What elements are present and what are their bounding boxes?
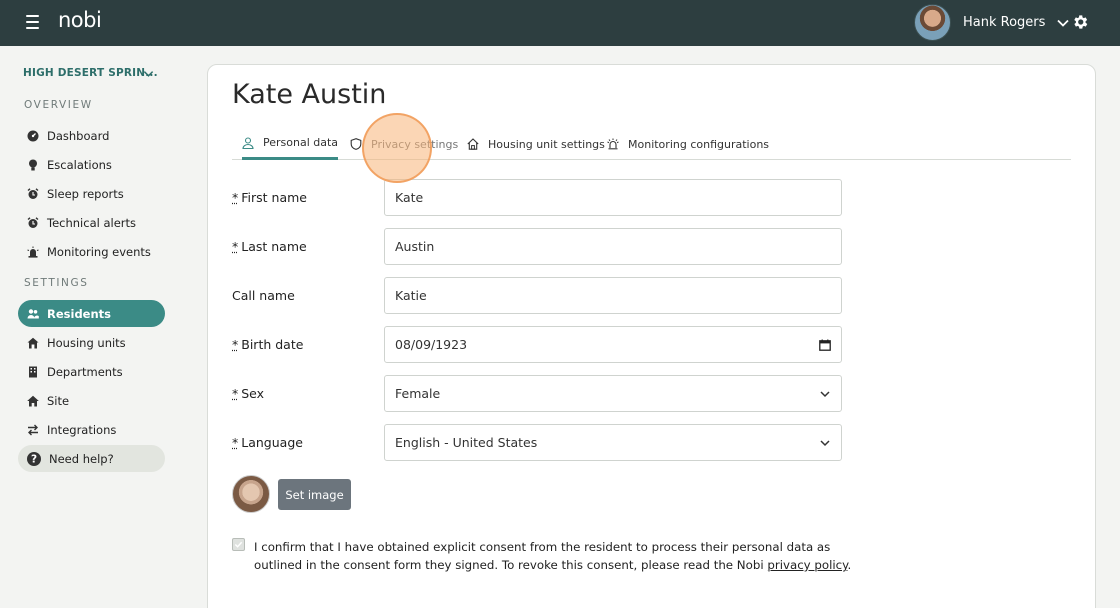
chevron-down-icon [820, 391, 830, 398]
sidebar-item-label: Sleep reports [47, 186, 124, 201]
building-icon [29, 366, 37, 377]
sidebar-item-label: Housing units [47, 335, 126, 350]
call-name-value: Katie [395, 288, 427, 303]
consent-text: I confirm that I have obtained explicit … [254, 540, 852, 572]
language-label: * Language [232, 435, 303, 450]
svg-text:?: ? [31, 453, 37, 465]
top-bar: nobi Hank Rogers [0, 0, 1120, 46]
sidebar-item-dashboard[interactable]: Dashboard [18, 122, 165, 149]
arrows-icon [28, 424, 38, 435]
birth-date-label: * Birth date [232, 337, 304, 352]
sidebar-item-housing-units[interactable]: Housing units [18, 329, 165, 356]
hamburger-menu-icon[interactable] [26, 15, 39, 29]
sidebar-item-sleep-reports[interactable]: Sleep reports [18, 180, 165, 207]
users-icon [27, 308, 39, 318]
sex-value: Female [395, 386, 441, 401]
tab-label: Housing unit settings [488, 137, 605, 151]
set-image-button[interactable]: Set image [278, 479, 351, 510]
tab-personal-data[interactable]: Personal data [242, 128, 339, 160]
check-icon [234, 541, 243, 548]
sidebar-item-label: Dashboard [47, 128, 110, 143]
overview-section-label: OVERVIEW [24, 99, 93, 111]
sidebar-item-site[interactable]: Site [18, 387, 165, 414]
first-name-value: Kate [395, 190, 424, 205]
tab-label: Privacy settings [371, 137, 459, 151]
dashboard-icon [27, 130, 39, 141]
tab-label: Personal data [263, 136, 339, 149]
privacy-policy-link[interactable]: privacy policy [767, 558, 847, 572]
sidebar-item-residents[interactable]: Residents [18, 300, 165, 327]
user-icon [242, 136, 254, 149]
last-name-value: Austin [395, 239, 435, 254]
language-select[interactable]: English - United States [384, 424, 842, 461]
birth-date-value: 08/09/1923 [395, 337, 468, 352]
nobi-logo[interactable]: nobi [58, 8, 102, 32]
call-name-field[interactable]: Katie [384, 277, 842, 314]
bulb-icon [29, 159, 37, 170]
home-icon [27, 395, 39, 406]
chevron-down-icon [1057, 19, 1070, 27]
last-name-field[interactable]: Austin [384, 228, 842, 265]
sidebar-item-integrations[interactable]: Integrations [18, 416, 165, 443]
resident-card: Kate Austin Personal data Privacy settin… [207, 64, 1096, 608]
alarm-clock-icon [27, 187, 39, 199]
sidebar-item-label: Site [47, 393, 70, 408]
sidebar: HIGH DESERT SPRIN... OVERVIEW Dashboard … [0, 46, 182, 608]
sidebar-item-monitoring-events[interactable]: Monitoring events [18, 238, 165, 265]
shield-icon [350, 138, 362, 150]
siren-icon [27, 246, 39, 258]
question-icon: ? [27, 451, 41, 466]
siren-icon [607, 138, 619, 150]
tab-bar: Personal data Privacy settings Housing u… [232, 128, 1071, 160]
sidebar-item-label: Escalations [47, 157, 112, 172]
tab-label: Monitoring configurations [628, 137, 770, 151]
birth-date-field[interactable]: 08/09/1923 [384, 326, 842, 363]
site-name: HIGH DESERT SPRIN... [23, 67, 158, 79]
gear-icon[interactable] [1071, 13, 1089, 31]
call-name-label: Call name [232, 288, 295, 303]
sidebar-item-label: Residents [47, 306, 112, 321]
last-name-label: * Last name [232, 239, 307, 254]
house-icon [467, 138, 479, 150]
sidebar-item-label: Departments [47, 364, 123, 379]
chevron-down-icon [820, 440, 830, 447]
sidebar-item-label: Monitoring events [47, 244, 151, 259]
user-avatar [914, 4, 951, 41]
page-title: Kate Austin [232, 79, 387, 110]
chevron-down-icon [143, 71, 154, 77]
need-help-button[interactable]: ? Need help? [18, 445, 165, 472]
first-name-field[interactable]: Kate [384, 179, 842, 216]
calendar-icon[interactable] [819, 339, 831, 351]
alarm-clock-icon [27, 216, 39, 228]
sidebar-item-label: Technical alerts [47, 215, 137, 230]
sex-label: * Sex [232, 386, 265, 401]
site-selector[interactable]: HIGH DESERT SPRIN... [23, 67, 163, 79]
sidebar-item-departments[interactable]: Departments [18, 358, 165, 385]
house-icon [27, 337, 39, 348]
settings-section-label: SETTINGS [24, 277, 89, 289]
tab-housing-unit-settings[interactable]: Housing unit settings [467, 128, 605, 160]
language-value: English - United States [395, 435, 538, 450]
need-help-label: Need help? [49, 451, 114, 466]
tab-privacy-settings[interactable]: Privacy settings [350, 128, 458, 160]
first-name-label: * First name [232, 190, 307, 205]
user-menu[interactable]: Hank Rogers [914, 4, 1070, 41]
sidebar-item-label: Integrations [47, 422, 117, 437]
resident-photo [232, 475, 270, 513]
consent-checkbox[interactable] [232, 538, 245, 551]
sex-select[interactable]: Female [384, 375, 842, 412]
tab-monitoring-configurations[interactable]: Monitoring configurations [607, 128, 769, 160]
user-name: Hank Rogers [963, 15, 1046, 30]
sidebar-item-technical-alerts[interactable]: Technical alerts [18, 209, 165, 236]
sidebar-item-escalations[interactable]: Escalations [18, 151, 165, 178]
